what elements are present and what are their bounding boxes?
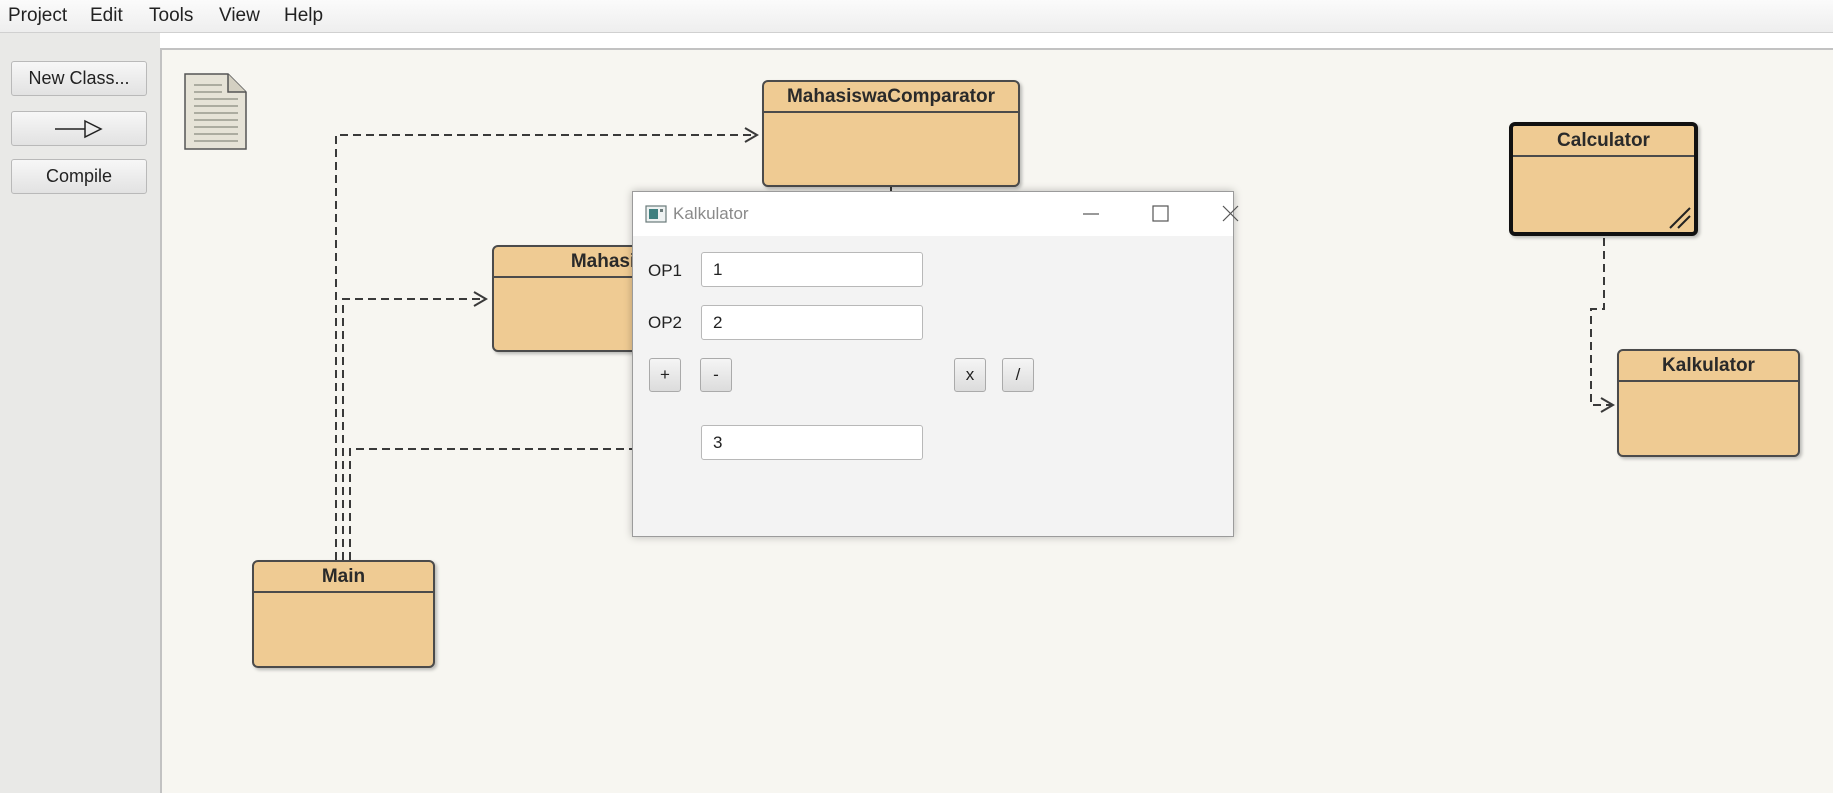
close-icon: [1222, 205, 1239, 222]
minimize-button[interactable]: [1061, 192, 1121, 236]
menu-project[interactable]: Project: [8, 5, 67, 27]
menu-bar: Project Edit Tools View Help: [0, 0, 1833, 33]
subtract-button[interactable]: -: [700, 358, 732, 392]
multiply-button[interactable]: x: [954, 358, 986, 392]
class-mahasiswacomparator[interactable]: MahasiswaComparator: [762, 80, 1020, 187]
op2-label: OP2: [648, 313, 683, 332]
menu-help[interactable]: Help: [284, 5, 323, 27]
class-name: Calculator: [1513, 126, 1694, 157]
compile-button[interactable]: Compile: [11, 159, 147, 194]
class-main[interactable]: Main: [252, 560, 435, 668]
class-name: MahasiswaComparator: [764, 82, 1018, 113]
class-kalkulator[interactable]: Kalkulator: [1617, 349, 1800, 457]
close-button[interactable]: [1201, 192, 1261, 236]
arrow-icon: [55, 119, 103, 138]
window-titlebar[interactable]: Kalkulator: [633, 192, 1239, 236]
op2-input[interactable]: 2: [701, 305, 923, 340]
menu-edit[interactable]: Edit: [90, 5, 123, 27]
window-title: Kalkulator: [673, 204, 749, 223]
menu-tools[interactable]: Tools: [149, 5, 193, 27]
maximize-button[interactable]: [1131, 192, 1191, 236]
menu-view[interactable]: View: [219, 5, 260, 27]
resize-handle-icon[interactable]: [1666, 204, 1692, 230]
result-field[interactable]: 3: [701, 425, 923, 460]
class-calculator[interactable]: Calculator: [1509, 122, 1698, 236]
class-name: Main: [254, 562, 433, 593]
op1-label: OP1: [648, 261, 683, 280]
divide-button[interactable]: /: [1002, 358, 1034, 392]
class-name: Kalkulator: [1619, 351, 1798, 382]
op1-input[interactable]: 1: [701, 252, 923, 287]
new-class-button[interactable]: New Class...: [11, 61, 147, 96]
minimize-icon: [1083, 213, 1099, 215]
tool-panel: New Class... Compile: [0, 33, 160, 793]
add-arrow-button[interactable]: [11, 111, 147, 146]
kalkulator-window: Kalkulator OP1 1 OP2 2 + - x / 3: [632, 191, 1239, 537]
add-button[interactable]: +: [649, 358, 681, 392]
app-window-icon: [645, 205, 667, 223]
maximize-icon: [1152, 205, 1169, 222]
readme-note-icon[interactable]: [184, 73, 248, 151]
